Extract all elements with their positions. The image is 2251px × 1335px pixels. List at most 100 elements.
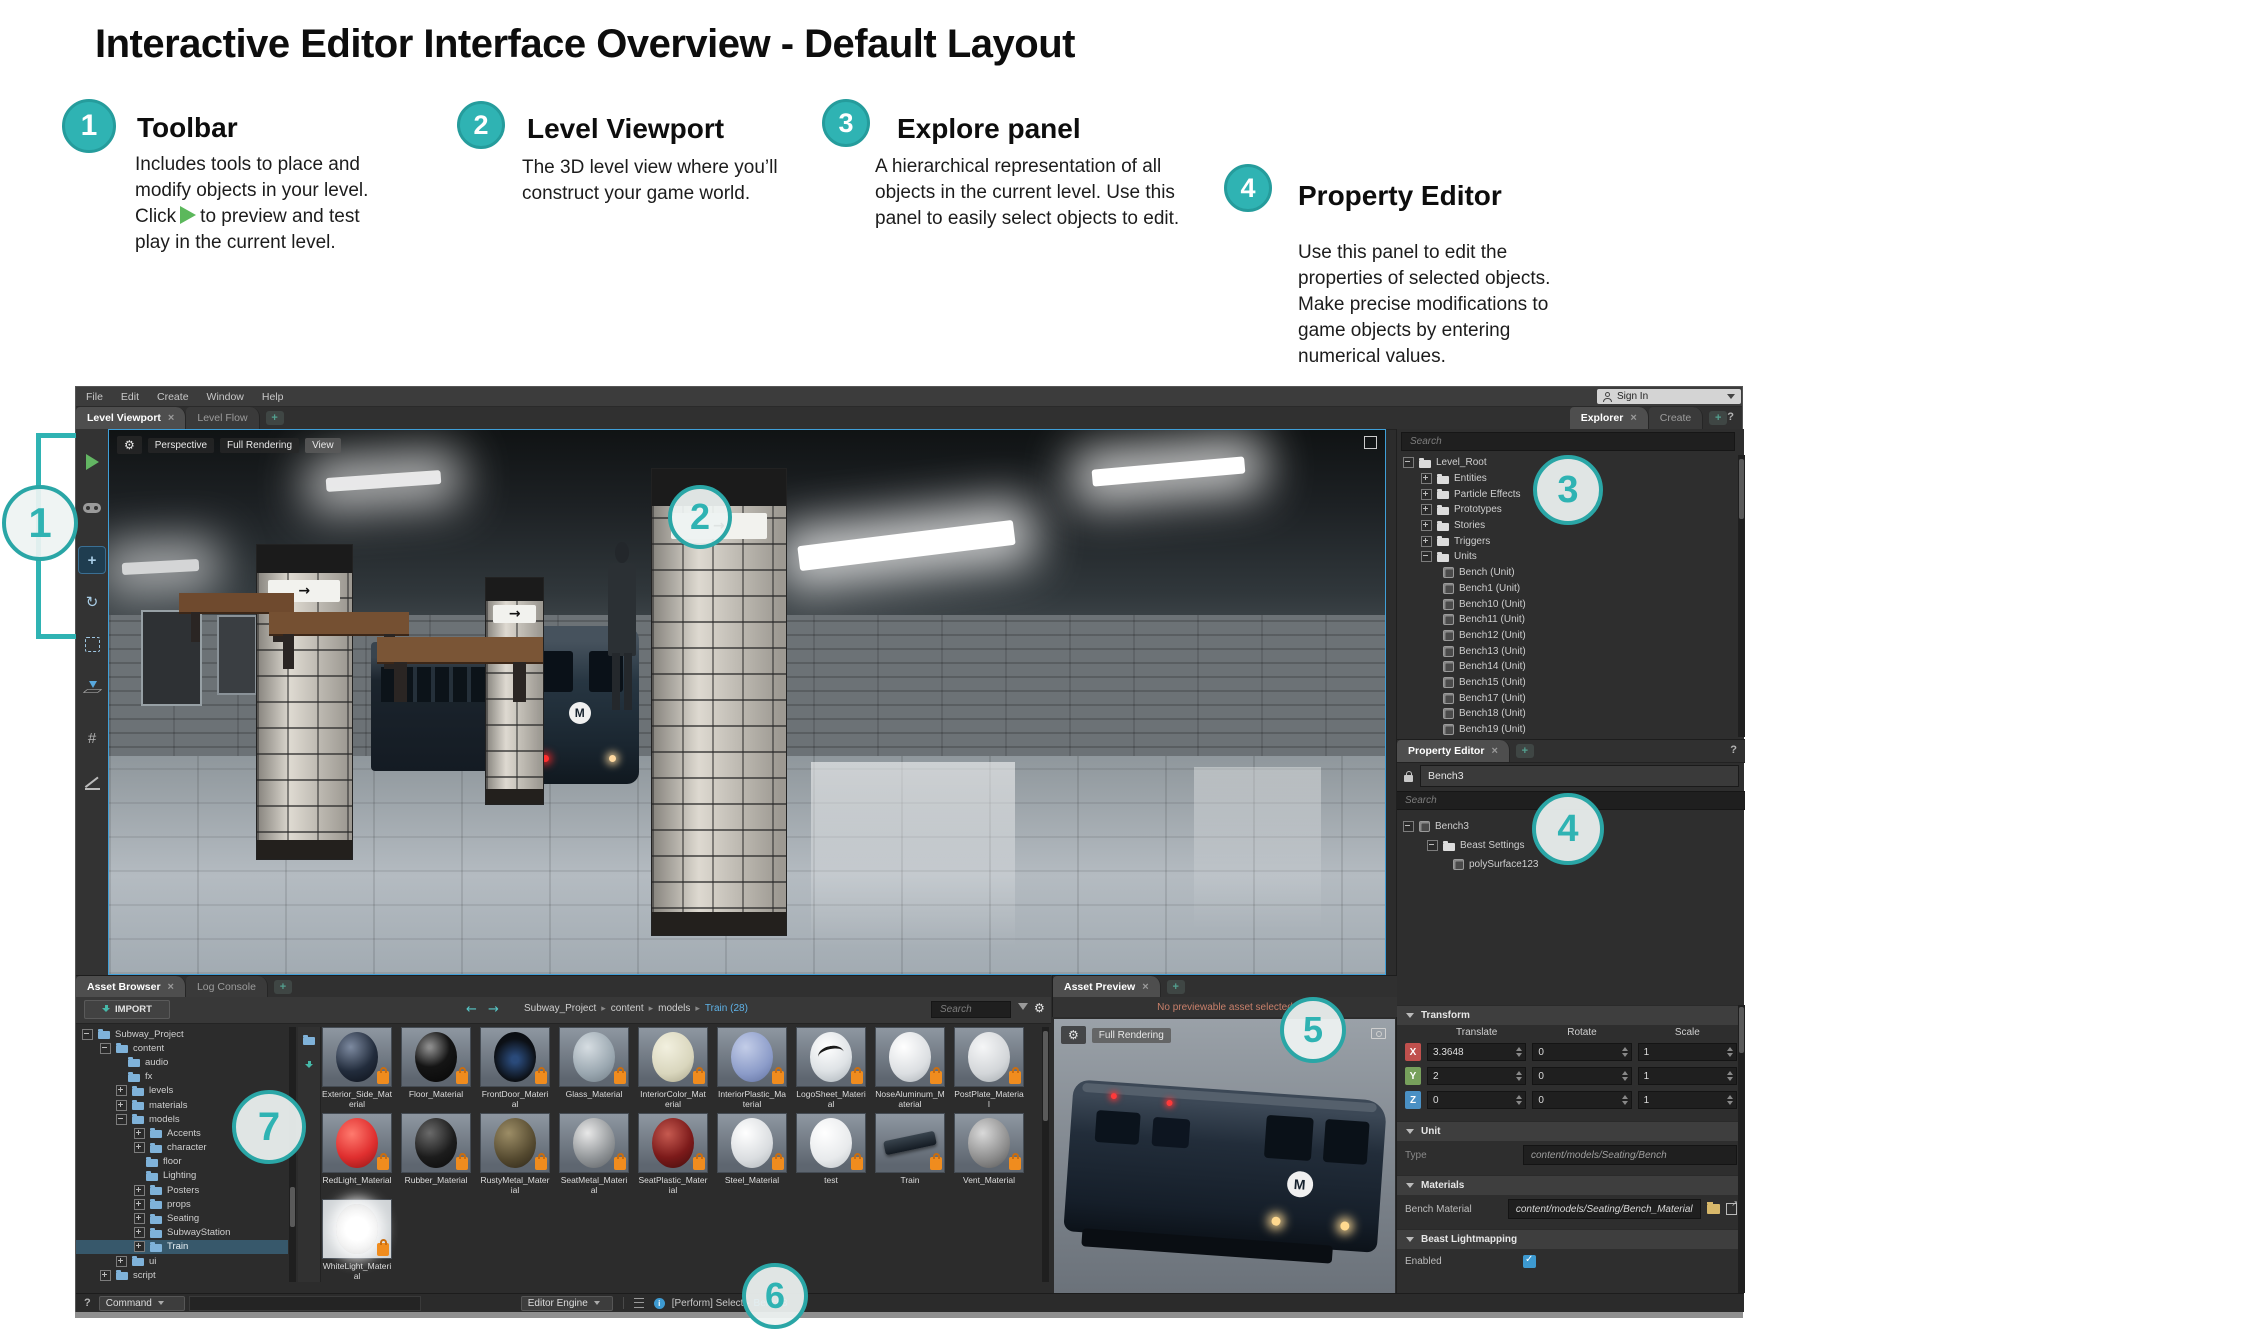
asset-tile[interactable]: WhiteLight_Material bbox=[322, 1199, 392, 1281]
tree-item-train-selected[interactable]: Train bbox=[76, 1240, 288, 1254]
breadcrumb-train[interactable]: Train (28) bbox=[705, 1003, 748, 1014]
tree-item-bench[interactable]: Bench (Unit) bbox=[1397, 565, 1737, 581]
scale-tool-button[interactable] bbox=[79, 631, 105, 657]
rotate-tool-button[interactable]: ↻ bbox=[79, 589, 105, 615]
asset-tile[interactable]: LogoSheet_Material bbox=[796, 1027, 866, 1109]
spinner-icon[interactable] bbox=[1516, 1095, 1522, 1105]
menu-file[interactable]: File bbox=[86, 391, 103, 403]
tree-item-bench18[interactable]: Bench18 (Unit) bbox=[1397, 706, 1737, 722]
collapse-icon[interactable] bbox=[1403, 821, 1414, 832]
menu-create[interactable]: Create bbox=[157, 391, 189, 403]
tree-item-bench13[interactable]: Bench13 (Unit) bbox=[1397, 643, 1737, 659]
spinner-icon[interactable] bbox=[1727, 1071, 1733, 1081]
asset-tile[interactable]: Glass_Material bbox=[559, 1027, 629, 1109]
lock-icon[interactable] bbox=[1404, 775, 1413, 782]
spinner-icon[interactable] bbox=[1727, 1095, 1733, 1105]
collapse-icon[interactable] bbox=[100, 1043, 111, 1054]
scrollbar-thumb[interactable] bbox=[290, 1187, 295, 1227]
asset-tile[interactable]: Train bbox=[875, 1113, 945, 1195]
sign-in-button[interactable]: Sign In bbox=[1597, 389, 1741, 404]
menu-help[interactable]: Help bbox=[262, 391, 284, 403]
tree-item-bench15[interactable]: Bench15 (Unit) bbox=[1397, 675, 1737, 691]
help-icon[interactable]: ? bbox=[1730, 744, 1737, 762]
tab-level-flow[interactable]: Level Flow bbox=[186, 407, 259, 429]
tree-item-ui[interactable]: ui bbox=[76, 1254, 288, 1268]
expand-icon[interactable] bbox=[134, 1128, 145, 1139]
tree-item-bench10[interactable]: Bench10 (Unit) bbox=[1397, 596, 1737, 612]
expand-icon[interactable] bbox=[134, 1142, 145, 1153]
section-materials[interactable]: Materials bbox=[1397, 1175, 1745, 1195]
tree-item-fx[interactable]: fx bbox=[76, 1070, 288, 1084]
tab-create[interactable]: Create bbox=[1649, 407, 1704, 429]
tab-property-editor[interactable]: Property Editor bbox=[1397, 740, 1510, 762]
tree-item-units[interactable]: Units bbox=[1397, 549, 1737, 565]
asset-tile[interactable]: InteriorColor_Material bbox=[638, 1027, 708, 1109]
maximize-viewport-icon[interactable] bbox=[1364, 436, 1377, 449]
close-icon[interactable] bbox=[1630, 412, 1636, 424]
tree-item-lighting[interactable]: Lighting bbox=[76, 1169, 288, 1183]
menu-edit[interactable]: Edit bbox=[121, 391, 139, 403]
move-tool-button[interactable]: + bbox=[79, 547, 105, 573]
level-viewport[interactable]: Perspective Full Rendering View bbox=[108, 429, 1386, 975]
scale-y-input[interactable]: 1 bbox=[1638, 1067, 1737, 1085]
tree-item-bench12[interactable]: Bench12 (Unit) bbox=[1397, 628, 1737, 644]
viewport-settings-button[interactable] bbox=[117, 436, 142, 454]
tree-item-content[interactable]: content bbox=[76, 1041, 288, 1055]
help-icon[interactable]: ? bbox=[84, 1297, 91, 1309]
close-icon[interactable] bbox=[1491, 745, 1497, 757]
collapse-icon[interactable] bbox=[1421, 551, 1432, 562]
expand-icon[interactable] bbox=[134, 1227, 145, 1238]
tree-item-bench11[interactable]: Bench11 (Unit) bbox=[1397, 612, 1737, 628]
tree-item-bench17[interactable]: Bench17 (Unit) bbox=[1397, 690, 1737, 706]
translate-z-input[interactable]: 0 bbox=[1427, 1091, 1526, 1109]
tab-asset-browser[interactable]: Asset Browser bbox=[76, 976, 186, 998]
spinner-icon[interactable] bbox=[1516, 1047, 1522, 1057]
new-tab-button[interactable] bbox=[274, 980, 292, 994]
asset-tile[interactable]: Rubber_Material bbox=[401, 1113, 471, 1195]
close-icon[interactable] bbox=[1142, 981, 1148, 993]
asset-tile[interactable]: PostPlate_Material bbox=[954, 1027, 1024, 1109]
asset-tile[interactable]: test bbox=[796, 1113, 866, 1195]
help-icon[interactable]: ? bbox=[1727, 411, 1734, 429]
asset-tile[interactable]: Vent_Material bbox=[954, 1113, 1024, 1195]
menu-window[interactable]: Window bbox=[207, 391, 244, 403]
expand-icon[interactable] bbox=[1421, 520, 1432, 531]
breadcrumb-content[interactable]: content bbox=[611, 1003, 644, 1014]
tree-item-props[interactable]: props bbox=[76, 1197, 288, 1211]
import-small-icon[interactable] bbox=[305, 1061, 313, 1070]
scale-x-input[interactable]: 1 bbox=[1638, 1043, 1737, 1061]
tree-item-bench14[interactable]: Bench14 (Unit) bbox=[1397, 659, 1737, 675]
preview-render-mode-button[interactable]: Full Rendering bbox=[1092, 1028, 1171, 1043]
scrollbar-thumb[interactable] bbox=[1739, 459, 1744, 519]
asset-tile[interactable]: RedLight_Material bbox=[322, 1113, 392, 1195]
import-button[interactable]: IMPORT bbox=[84, 1000, 170, 1019]
preview-settings-button[interactable] bbox=[1061, 1026, 1086, 1044]
section-beast-lightmapping[interactable]: Beast Lightmapping bbox=[1397, 1229, 1745, 1249]
tab-level-viewport[interactable]: Level Viewport bbox=[76, 407, 186, 429]
expand-icon[interactable] bbox=[116, 1100, 127, 1111]
tree-item-seating[interactable]: Seating bbox=[76, 1211, 288, 1225]
spinner-icon[interactable] bbox=[1622, 1071, 1628, 1081]
spinner-icon[interactable] bbox=[1516, 1071, 1522, 1081]
grid-snap-button[interactable]: # bbox=[79, 725, 105, 751]
asset-tile[interactable]: SeatPlastic_Material bbox=[638, 1113, 708, 1195]
browse-folder-icon[interactable] bbox=[1707, 1204, 1720, 1214]
rotate-z-input[interactable]: 0 bbox=[1532, 1091, 1631, 1109]
tree-item-triggers[interactable]: Triggers bbox=[1397, 533, 1737, 549]
asset-tile[interactable]: FrontDoor_Material bbox=[480, 1027, 550, 1109]
asset-tile[interactable]: SeatMetal_Material bbox=[559, 1113, 629, 1195]
asset-tile[interactable]: Floor_Material bbox=[401, 1027, 471, 1109]
expand-icon[interactable] bbox=[1421, 536, 1432, 547]
tab-asset-preview[interactable]: Asset Preview bbox=[1053, 976, 1161, 998]
asset-tile[interactable]: RustyMetal_Material bbox=[480, 1113, 550, 1195]
close-icon[interactable] bbox=[168, 981, 174, 993]
section-transform[interactable]: Transform bbox=[1397, 1005, 1745, 1025]
asset-preview-viewport[interactable]: Full Rendering bbox=[1054, 1019, 1395, 1293]
back-button[interactable]: ← bbox=[466, 1002, 477, 1017]
spinner-icon[interactable] bbox=[1727, 1047, 1733, 1057]
spinner-icon[interactable] bbox=[1622, 1095, 1628, 1105]
expand-icon[interactable] bbox=[1421, 489, 1432, 500]
command-input[interactable] bbox=[189, 1296, 421, 1311]
tree-item-bench19[interactable]: Bench19 (Unit) bbox=[1397, 722, 1737, 737]
new-tab-button[interactable] bbox=[1516, 744, 1534, 758]
